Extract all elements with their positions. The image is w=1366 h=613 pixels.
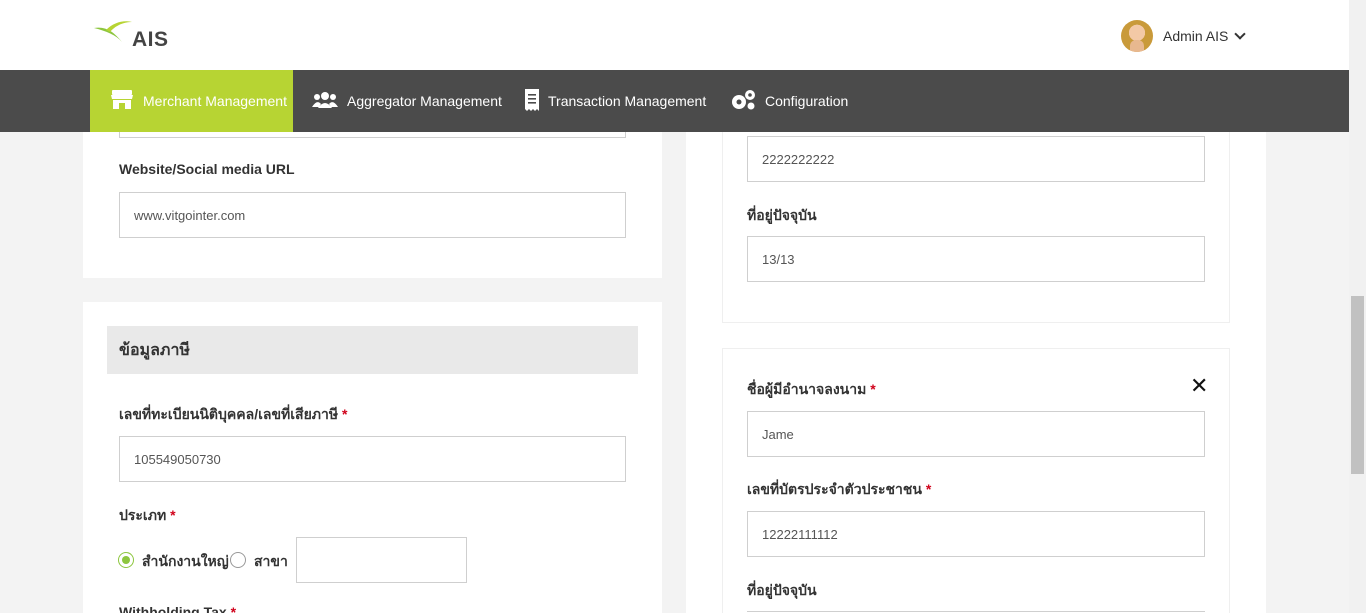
- required-mark: *: [925, 481, 932, 497]
- radio-branch-label[interactable]: สาขา: [254, 551, 288, 573]
- type-label-text: ประเภท: [119, 507, 167, 523]
- required-mark: *: [230, 604, 237, 613]
- nav-configuration[interactable]: Configuration: [730, 70, 848, 132]
- user-menu[interactable]: Admin AIS: [1121, 20, 1247, 52]
- nav-merchant-management[interactable]: Merchant Management: [90, 70, 293, 132]
- withholding-label: Withholding Tax *: [119, 604, 236, 613]
- tax-id-label: เลขที่ทะเบียนนิติบุคคล/เลขที่เสียภาษี *: [119, 404, 347, 426]
- website-input[interactable]: www.vitgointer.com: [119, 192, 626, 238]
- required-mark: *: [342, 406, 348, 422]
- address-input[interactable]: 13/13: [747, 236, 1205, 282]
- nav-label: Transaction Management: [548, 93, 707, 109]
- signer-label-text: ชื่อผู้มีอำนาจลงนาม: [747, 381, 867, 397]
- id-card-label: เลขที่บัตรประจำตัวประชาชน *: [747, 479, 931, 501]
- main-nav: Merchant Management Aggregator Managemen…: [0, 70, 1349, 132]
- signer-label: ชื่อผู้มีอำนาจลงนาม *: [747, 379, 876, 401]
- store-icon: [110, 89, 134, 113]
- website-label: Website/Social media URL: [119, 161, 295, 177]
- nav-label: Merchant Management: [143, 93, 287, 109]
- id-card-input[interactable]: 12222111112: [747, 511, 1205, 557]
- nav-label: Configuration: [765, 93, 849, 109]
- gears-icon: [730, 89, 756, 114]
- required-mark: *: [870, 381, 876, 397]
- radio-head-office-label[interactable]: สำนักงานใหญ่: [142, 551, 229, 573]
- required-mark: *: [170, 507, 176, 523]
- top-header: AIS Admin AIS: [0, 0, 1349, 70]
- signer-input[interactable]: Jame: [747, 411, 1205, 457]
- avatar: [1121, 20, 1153, 52]
- scrollbar-thumb[interactable]: [1351, 296, 1364, 474]
- branch-input[interactable]: [296, 537, 467, 583]
- tax-id-input[interactable]: 105549050730: [119, 436, 626, 482]
- receipt-icon: [525, 88, 539, 114]
- chevron-down-icon: [1234, 28, 1247, 40]
- close-icon[interactable]: ✕: [1190, 375, 1208, 397]
- logo-text: AIS: [132, 28, 169, 51]
- withholding-label-text: Withholding Tax: [119, 604, 227, 613]
- nav-label: Aggregator Management: [347, 93, 502, 109]
- ais-logo[interactable]: AIS: [92, 18, 182, 52]
- radio-head-office[interactable]: [118, 552, 134, 568]
- address2-label: ที่อยู่ปัจจุบัน: [747, 582, 817, 598]
- tax-id-label-text: เลขที่ทะเบียนนิติบุคคล/เลขที่เสียภาษี: [119, 406, 339, 422]
- radio-branch[interactable]: [230, 552, 246, 568]
- address-label: ที่อยู่ปัจจุบัน: [747, 207, 817, 223]
- nav-transaction-management[interactable]: Transaction Management: [525, 70, 706, 132]
- id-card-label-text: เลขที่บัตรประจำตัวประชาชน: [747, 481, 922, 497]
- tax-section-title: ข้อมูลภาษี: [107, 326, 638, 374]
- user-name: Admin AIS: [1163, 28, 1229, 44]
- nav-aggregator-management[interactable]: Aggregator Management: [312, 70, 502, 132]
- users-icon: [312, 91, 338, 112]
- type-label: ประเภท *: [119, 505, 176, 527]
- phone-input[interactable]: 2222222222: [747, 136, 1205, 182]
